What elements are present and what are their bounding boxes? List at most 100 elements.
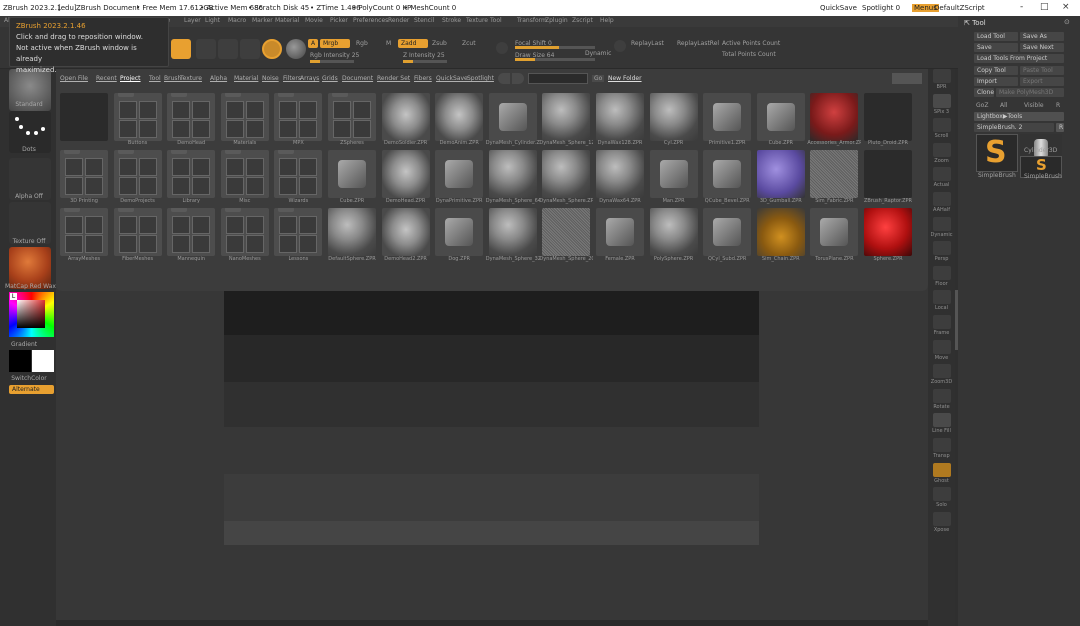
lightbox-tile[interactable] <box>381 93 430 141</box>
lightbox-tab-noise[interactable]: Noise <box>262 75 279 82</box>
r-button[interactable]: R <box>1056 102 1060 109</box>
lightbox-tab-texture[interactable]: Texture <box>180 75 202 82</box>
replay-icon[interactable] <box>614 40 626 52</box>
right-zoom-icon[interactable] <box>933 142 951 157</box>
lightbox-tile[interactable] <box>864 93 912 141</box>
lightbox-tile[interactable] <box>864 208 912 256</box>
lightbox-tile[interactable] <box>703 150 752 198</box>
right-dynamic-icon[interactable] <box>933 216 951 231</box>
lightbox-tab-grids[interactable]: Grids <box>322 75 338 82</box>
lightbox-tile[interactable] <box>167 93 216 141</box>
lightbox-tile[interactable] <box>596 93 644 141</box>
right-rotate-icon[interactable] <box>933 388 951 403</box>
lightbox-tile[interactable] <box>274 93 323 141</box>
menu-picker[interactable]: Picker <box>330 17 348 24</box>
import-button[interactable]: Import <box>974 77 1018 86</box>
tool-menu-icon[interactable]: ⇱ <box>964 19 970 27</box>
mrgb-button[interactable]: Mrgb <box>320 39 350 48</box>
lightbox-tile[interactable] <box>167 208 216 256</box>
quicksave-button[interactable]: QuickSave <box>820 4 857 12</box>
lightbox-tile[interactable] <box>649 93 698 141</box>
lightbox-tile[interactable] <box>328 93 376 141</box>
lightbox-tile[interactable] <box>381 150 430 198</box>
rgb-intensity-slider[interactable]: Rgb Intensity 25 <box>310 52 359 59</box>
lightbox-tile[interactable] <box>113 93 162 141</box>
menu-layer[interactable]: Layer <box>184 17 201 24</box>
lightbox-tile[interactable] <box>113 208 162 256</box>
lightbox-tile[interactable] <box>220 93 269 141</box>
focal-shift-track[interactable] <box>515 46 595 49</box>
clone-button[interactable]: Clone <box>974 88 994 97</box>
zadd-button[interactable]: Zadd <box>398 39 428 48</box>
lightbox-tile[interactable] <box>435 150 484 198</box>
right-zoom3d-icon[interactable] <box>933 364 951 379</box>
tool-r-button[interactable]: R <box>1056 123 1064 132</box>
z-intensity-slider[interactable]: Z Intensity 25 <box>403 52 445 59</box>
right-solo-icon[interactable] <box>933 487 951 502</box>
right-frame-icon[interactable] <box>933 315 951 329</box>
lightbox-view-toggle-icon[interactable] <box>892 73 922 84</box>
lightbox-prev-icon[interactable] <box>498 73 510 84</box>
rgb-intensity-track[interactable] <box>310 60 354 63</box>
right-local-icon[interactable] <box>933 290 951 305</box>
lightbox-tile[interactable] <box>328 208 376 256</box>
lightbox-tile[interactable] <box>596 208 644 256</box>
all-button[interactable]: All <box>1000 102 1007 109</box>
dynamic-toggle[interactable]: Dynamic <box>585 50 611 57</box>
menu-tool[interactable]: Tool <box>490 17 502 24</box>
lightbox-tile[interactable] <box>274 208 323 256</box>
lightbox-tile[interactable] <box>488 208 537 256</box>
lightbox-tile[interactable] <box>649 208 698 256</box>
color-square[interactable] <box>17 300 45 328</box>
lightbox-tab-arrays[interactable]: Arrays <box>300 75 319 82</box>
edit-button[interactable] <box>171 39 191 59</box>
lightbox-tab-project[interactable]: Project <box>120 75 141 82</box>
color-picker[interactable]: L <box>9 292 54 337</box>
lightbox-tile[interactable] <box>220 208 269 256</box>
lightbox-tile[interactable] <box>60 93 108 141</box>
lightbox-tab-alpha[interactable]: Alpha <box>210 75 227 82</box>
menu-preferences[interactable]: Preferences <box>353 17 388 24</box>
save-as-button[interactable]: Save As <box>1020 32 1064 41</box>
menu-marker[interactable]: Marker <box>252 17 273 24</box>
right-persp-icon[interactable] <box>933 241 951 256</box>
right-aahalf-icon[interactable] <box>933 192 951 206</box>
lightbox-tab-brush[interactable]: Brush <box>164 75 181 82</box>
save-button[interactable]: Save <box>974 43 1018 52</box>
lightbox-tile[interactable] <box>756 208 805 256</box>
z-intensity-track[interactable] <box>403 60 447 63</box>
m-toggle[interactable]: M <box>386 40 391 47</box>
save-next-button[interactable]: Save Next <box>1020 43 1064 52</box>
close-button[interactable]: × <box>1062 2 1070 12</box>
right-bpr-icon[interactable] <box>933 69 951 83</box>
lightbox-tile[interactable] <box>488 93 537 141</box>
lightbox-tools-button[interactable]: Lightbox▶Tools <box>974 112 1064 121</box>
lightbox-tile[interactable] <box>542 93 591 141</box>
replay-last-button[interactable]: ReplayLast <box>631 40 664 47</box>
lightbox-tile[interactable] <box>220 150 269 198</box>
right-transp-icon[interactable] <box>933 438 951 452</box>
lightbox-tile[interactable] <box>810 93 859 141</box>
lightbox-tile[interactable] <box>756 150 805 198</box>
load-tools-from-project-button[interactable]: Load Tools From Project <box>974 54 1064 63</box>
menu-zscript[interactable]: Zscript <box>572 17 593 24</box>
right-move-icon[interactable] <box>933 339 951 354</box>
rotate-button[interactable] <box>262 39 282 59</box>
lightbox-tile[interactable] <box>435 208 484 256</box>
lightbox-tile[interactable] <box>381 208 430 256</box>
lightbox-tab-quicksave[interactable]: QuickSave <box>436 75 468 82</box>
alternate-button[interactable]: Alternate <box>9 385 54 394</box>
palette-close-icon[interactable]: ⊙ <box>1064 18 1070 26</box>
lightbox-tile[interactable] <box>60 208 108 256</box>
secondary-color-swatch[interactable] <box>32 350 54 372</box>
lightbox-tab-recent[interactable]: Recent <box>96 75 117 82</box>
replay-last-rel-button[interactable]: ReplayLastRel <box>677 40 719 47</box>
draw-button[interactable] <box>196 39 216 59</box>
make-polymesh-button[interactable]: Make PolyMesh3D <box>996 88 1064 97</box>
right-line-fill-icon[interactable] <box>933 413 951 428</box>
lightbox-tile[interactable] <box>274 150 323 198</box>
material-sphere-icon[interactable] <box>286 39 306 59</box>
default-zscript[interactable]: DefaultZScript <box>934 4 985 12</box>
lightbox-tile[interactable] <box>488 150 537 198</box>
right-actual-icon[interactable] <box>933 167 951 182</box>
